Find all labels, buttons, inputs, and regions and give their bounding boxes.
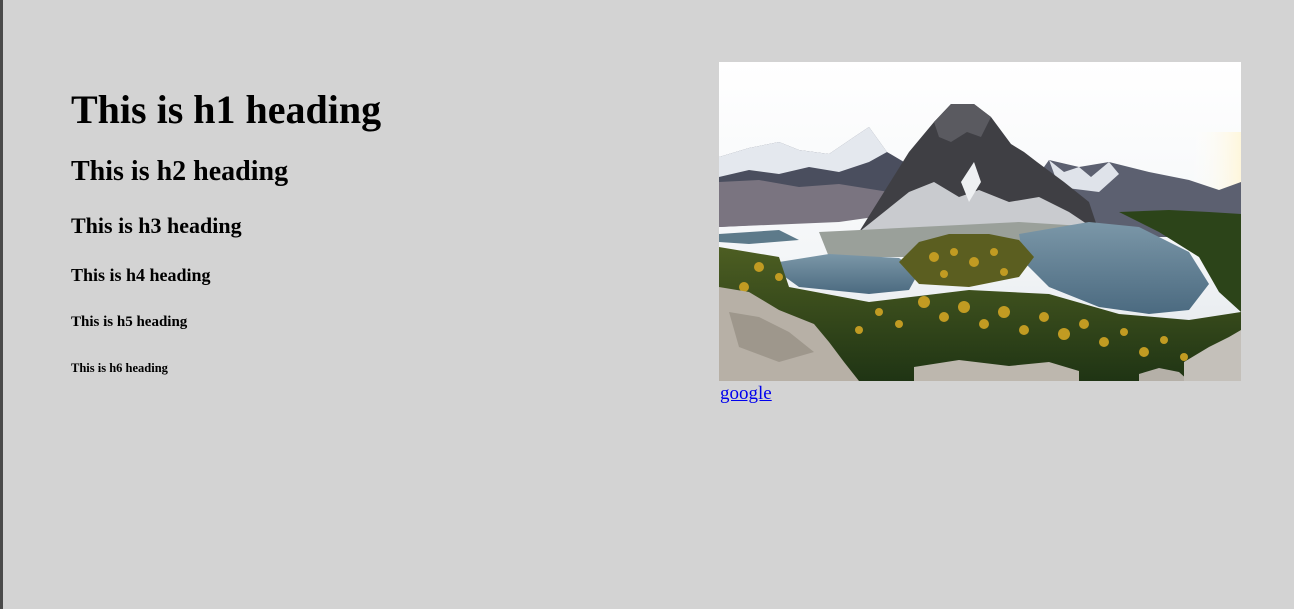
heading-h5: This is h5 heading xyxy=(71,314,188,330)
google-link[interactable]: google xyxy=(720,383,772,405)
heading-h2: This is h2 heading xyxy=(71,156,289,187)
heading-h4: This is h4 heading xyxy=(71,265,211,285)
heading-h6: This is h6 heading xyxy=(71,361,168,375)
heading-h1: This is h1 heading xyxy=(71,87,382,132)
window-left-border xyxy=(0,0,3,609)
mountain-lake-image xyxy=(719,62,1241,381)
heading-h3: This is h3 heading xyxy=(71,213,242,238)
